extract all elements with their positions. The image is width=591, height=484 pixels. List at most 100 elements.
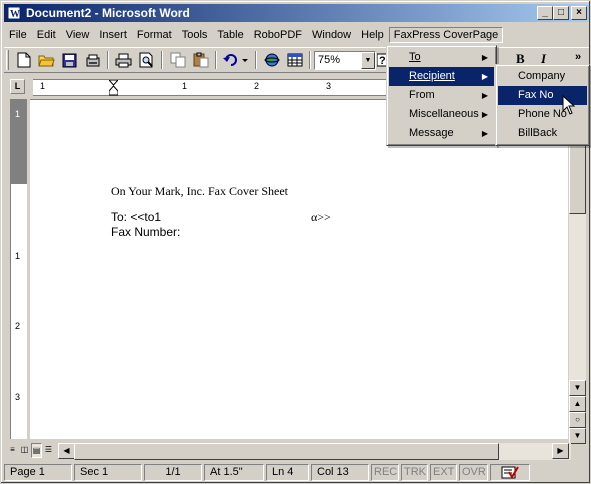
status-rec[interactable]: REC xyxy=(371,463,399,481)
submenu-arrow-icon: ▶ xyxy=(481,53,488,62)
minimize-button[interactable]: _ xyxy=(537,6,553,20)
zoom-dropdown-button[interactable]: ▼ xyxy=(361,51,375,69)
menu-edit[interactable]: Edit xyxy=(32,27,61,43)
toolbar-options-chevron[interactable]: » xyxy=(575,51,581,63)
menu-window[interactable]: Window xyxy=(307,27,356,43)
toolbar-separator xyxy=(215,51,217,69)
svg-text:W: W xyxy=(10,9,20,20)
ruler-number: 3 xyxy=(326,81,332,91)
print-icon[interactable] xyxy=(112,49,135,71)
submenu-arrow-icon: ▶ xyxy=(481,72,488,81)
submenu-arrow-icon: ▶ xyxy=(481,110,488,119)
menu-bar: File Edit View Insert Format Tools Table… xyxy=(4,25,589,45)
print-preview-icon[interactable] xyxy=(135,49,158,71)
menu-file[interactable]: File xyxy=(4,27,32,43)
horizontal-scroll-thumb[interactable] xyxy=(74,443,499,460)
web-icon[interactable] xyxy=(260,49,283,71)
toolbar-separator xyxy=(107,51,109,69)
permission-icon[interactable] xyxy=(81,49,104,71)
ruler-number: 3 xyxy=(15,392,21,402)
status-pages: 1/1 xyxy=(144,463,202,481)
menu-insert[interactable]: Insert xyxy=(94,27,132,43)
new-document-icon[interactable] xyxy=(12,49,35,71)
horizontal-scrollbar[interactable] xyxy=(74,443,571,460)
status-ovr[interactable]: OVR xyxy=(459,463,488,481)
vertical-ruler[interactable]: 1 1 2 3 xyxy=(10,99,27,439)
menu-robopdf[interactable]: RoboPDF xyxy=(249,27,307,43)
status-trk[interactable]: TRK xyxy=(401,463,428,481)
word-app-icon[interactable]: W xyxy=(6,5,22,21)
spelling-status-icon[interactable] xyxy=(490,463,530,481)
ruler-number: 1 xyxy=(15,109,21,119)
doc-to-field: To: <<to1 xyxy=(111,210,162,224)
faxpress-menu: To ▶ Recipient ▶ From ▶ Miscellaneous ▶ … xyxy=(386,45,497,146)
mouse-pointer-icon xyxy=(562,94,576,118)
status-ext[interactable]: EXT xyxy=(430,463,457,481)
submenu-item-company[interactable]: Company xyxy=(498,67,587,86)
paste-icon[interactable] xyxy=(189,49,212,71)
menu-item-message[interactable]: Message ▶ xyxy=(389,124,494,143)
toolbar-separator xyxy=(309,51,311,69)
submenu-arrow-icon: ▶ xyxy=(481,91,488,100)
menu-item-to-label: To xyxy=(409,51,421,63)
tab-selector[interactable]: L xyxy=(10,79,25,94)
status-column: Col 13 xyxy=(311,463,369,481)
status-page: Page 1 xyxy=(4,463,72,481)
menu-item-recipient[interactable]: Recipient ▶ xyxy=(389,67,494,86)
menu-faxpress-coverpage[interactable]: FaxPress CoverPage xyxy=(388,27,504,43)
previous-page-button[interactable]: ▲ xyxy=(569,396,586,412)
menu-table[interactable]: Table xyxy=(212,27,248,43)
zoom-combo[interactable]: 75% ▼ xyxy=(314,50,376,70)
submenu-arrow-icon: ▶ xyxy=(481,129,488,138)
undo-icon[interactable] xyxy=(220,49,252,71)
ruler-number: 2 xyxy=(254,81,260,91)
ruler-number: 1 xyxy=(182,81,188,91)
outline-view-icon[interactable]: ☰ xyxy=(43,443,54,458)
menu-item-to[interactable]: To ▶ xyxy=(389,48,494,67)
save-icon[interactable] xyxy=(58,49,81,71)
insert-table-icon[interactable] xyxy=(283,49,306,71)
menu-item-message-label: Message xyxy=(409,127,454,139)
recipient-submenu: Company Fax No Phone No BillBack xyxy=(495,64,590,146)
menu-format[interactable]: Format xyxy=(132,27,177,43)
menu-tools[interactable]: Tools xyxy=(177,27,213,43)
vertical-scroll-thumb[interactable] xyxy=(569,144,586,214)
document-area[interactable]: On Your Mark, Inc. Fax Cover Sheet To: <… xyxy=(30,99,568,439)
menu-item-recipient-label: Recipient xyxy=(409,70,455,82)
doc-heading: On Your Mark, Inc. Fax Cover Sheet xyxy=(111,184,288,198)
close-button[interactable]: × xyxy=(571,6,587,20)
svg-text:?: ? xyxy=(379,55,386,67)
copy-icon[interactable] xyxy=(166,49,189,71)
next-page-button[interactable]: ▼ xyxy=(569,428,586,444)
indent-marker[interactable] xyxy=(107,79,120,99)
menu-item-from[interactable]: From ▶ xyxy=(389,86,494,105)
menu-item-miscellaneous-label: Miscellaneous xyxy=(409,108,479,120)
doc-fax-number: Fax Number: xyxy=(111,225,181,239)
scroll-left-button[interactable]: ◀ xyxy=(58,443,75,459)
scroll-down-button[interactable]: ▼ xyxy=(569,380,586,396)
ruler-number: 1 xyxy=(15,251,21,261)
window-title: Document2 - Microsoft Word xyxy=(26,6,190,20)
status-section: Sec 1 xyxy=(74,463,142,481)
menu-help[interactable]: Help xyxy=(356,27,389,43)
vertical-scrollbar[interactable]: ▼ ▲ ○ ▼ xyxy=(569,99,586,444)
scroll-right-button[interactable]: ▶ xyxy=(552,443,569,459)
toolbar-separator xyxy=(255,51,257,69)
menu-item-miscellaneous[interactable]: Miscellaneous ▶ xyxy=(389,105,494,124)
ruler-number: 2 xyxy=(15,321,21,331)
menu-view[interactable]: View xyxy=(61,27,95,43)
ruler-number: 1 xyxy=(40,81,46,91)
open-folder-icon[interactable] xyxy=(35,49,58,71)
status-bar: Page 1 Sec 1 1/1 At 1.5" Ln 4 Col 13 REC… xyxy=(4,462,589,482)
browse-object-button[interactable]: ○ xyxy=(569,412,586,428)
toolbar-grip[interactable] xyxy=(6,50,9,70)
web-layout-view-icon[interactable]: ◫ xyxy=(19,443,30,458)
submenu-item-billback[interactable]: BillBack xyxy=(498,124,587,143)
normal-view-icon[interactable]: ≡ xyxy=(7,443,18,458)
print-layout-view-icon[interactable]: ▤ xyxy=(31,443,42,458)
title-bar[interactable]: W Document2 - Microsoft Word _ □ × xyxy=(4,4,589,22)
status-line: Ln 4 xyxy=(266,463,309,481)
restore-button[interactable]: □ xyxy=(553,6,569,20)
menu-item-from-label: From xyxy=(409,89,435,101)
toolbar-separator xyxy=(161,51,163,69)
